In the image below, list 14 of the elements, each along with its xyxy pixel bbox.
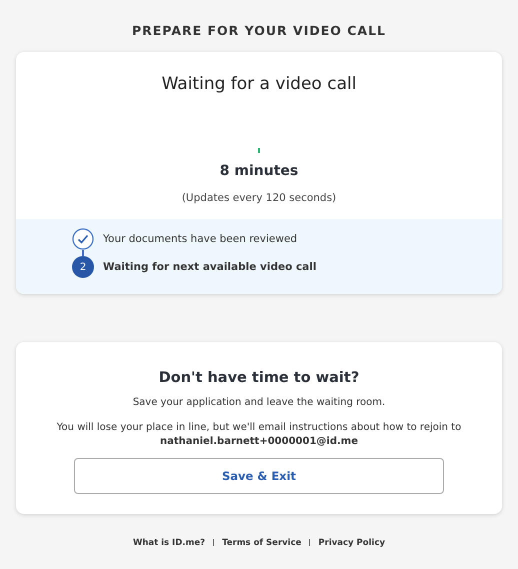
step-label: Waiting for next available video call: [103, 261, 316, 273]
step-number: 2: [72, 256, 94, 278]
step-label: Your documents have been reviewed: [103, 233, 298, 245]
info-text: Save your application and leave the waiting room.: [132, 396, 386, 410]
page-heading: PREPARE FOR YOUR VIDEO CALL: [132, 23, 386, 38]
footer-link[interactable]: Terms of Service: [222, 538, 302, 548]
update-note: (Updates every 120 seconds): [182, 192, 336, 204]
footer-link[interactable]: Privacy Policy: [318, 538, 386, 548]
card-title: Don't have time to wait?: [158, 370, 360, 386]
email-notice: You will lose your place in line, but we'll email instructions about how to rejoin to nathaniel.barnett+0000001@id.me: [56, 420, 462, 449]
save-exit-button[interactable]: Save & Exit: [74, 458, 444, 494]
wait-time: 8 minutes: [220, 163, 298, 179]
card-title: Waiting for a video call: [162, 74, 356, 94]
footer-link[interactable]: What is ID.me?: [132, 538, 206, 548]
